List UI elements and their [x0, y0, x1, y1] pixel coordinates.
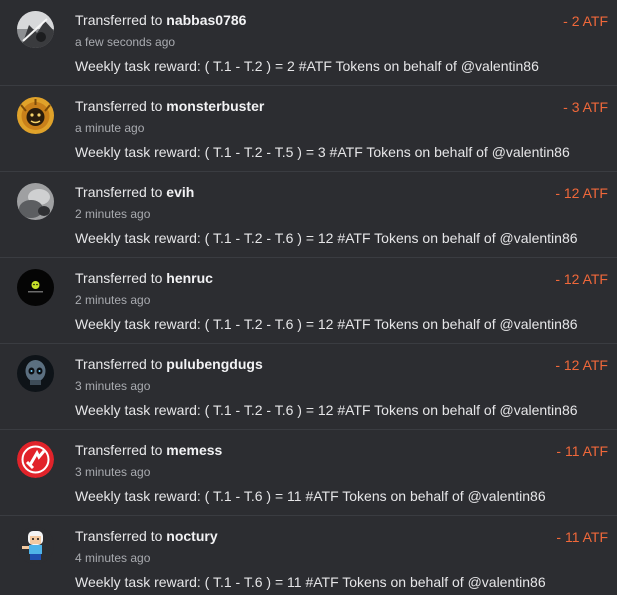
recipient-link[interactable]: monsterbuster: [166, 98, 264, 114]
grayscale-photo-avatar-icon[interactable]: [17, 11, 54, 48]
skull-avatar-icon[interactable]: [17, 355, 54, 392]
transfer-amount: - 12 ATF: [555, 185, 608, 201]
transfer-item: Transferred to memess 3 minutes ago Week…: [0, 430, 617, 516]
recipient-link[interactable]: noctury: [166, 528, 217, 544]
red-arrows-avatar-icon[interactable]: [17, 441, 54, 478]
black-logo-avatar-icon[interactable]: [17, 269, 54, 306]
transfer-prefix: Transferred to: [75, 528, 167, 544]
transfer-amount: - 11 ATF: [556, 443, 608, 459]
transfer-amount: - 12 ATF: [555, 271, 608, 287]
timestamp: a minute ago: [75, 121, 145, 135]
transfer-item: Transferred to pulubengdugs 3 minutes ag…: [0, 344, 617, 430]
transfer-title: Transferred to henruc: [75, 270, 213, 286]
transfer-memo: Weekly task reward: ( T.1 - T.6 ) = 11 #…: [75, 574, 546, 590]
transfer-memo: Weekly task reward: ( T.1 - T.2 - T.6 ) …: [75, 230, 578, 246]
transfer-amount: - 3 ATF: [563, 99, 608, 115]
transfer-prefix: Transferred to: [75, 442, 167, 458]
transfer-memo: Weekly task reward: ( T.1 - T.2 ) = 2 #A…: [75, 58, 539, 74]
transfer-item: Transferred to henruc 2 minutes ago Week…: [0, 258, 617, 344]
transfer-title: Transferred to noctury: [75, 528, 218, 544]
transfer-memo: Weekly task reward: ( T.1 - T.2 - T.6 ) …: [75, 316, 578, 332]
cartoon-character-avatar-icon[interactable]: [17, 527, 54, 564]
timestamp: 2 minutes ago: [75, 293, 151, 307]
transfer-title: Transferred to pulubengdugs: [75, 356, 263, 372]
transfer-memo: Weekly task reward: ( T.1 - T.2 - T.6 ) …: [75, 402, 578, 418]
transfer-item: Transferred to monsterbuster a minute ag…: [0, 86, 617, 172]
transfer-memo: Weekly task reward: ( T.1 - T.6 ) = 11 #…: [75, 488, 546, 504]
timestamp: 3 minutes ago: [75, 465, 151, 479]
transfer-title: Transferred to nabbas0786: [75, 12, 246, 28]
transfer-memo: Weekly task reward: ( T.1 - T.2 - T.5 ) …: [75, 144, 570, 160]
recipient-link[interactable]: memess: [166, 442, 222, 458]
transfer-title: Transferred to monsterbuster: [75, 98, 264, 114]
recipient-link[interactable]: evih: [166, 184, 194, 200]
recipient-link[interactable]: pulubengdugs: [166, 356, 262, 372]
transfer-amount: - 2 ATF: [563, 13, 608, 29]
gray-photo-avatar-icon[interactable]: [17, 183, 54, 220]
transfer-amount: - 11 ATF: [556, 529, 608, 545]
transfer-amount: - 12 ATF: [555, 357, 608, 373]
transfer-prefix: Transferred to: [75, 356, 167, 372]
timestamp: 2 minutes ago: [75, 207, 151, 221]
recipient-link[interactable]: henruc: [166, 270, 213, 286]
transfer-prefix: Transferred to: [75, 12, 167, 28]
transfer-item: Transferred to nabbas0786 a few seconds …: [0, 0, 617, 86]
timestamp: 3 minutes ago: [75, 379, 151, 393]
timestamp: 4 minutes ago: [75, 551, 151, 565]
transfer-prefix: Transferred to: [75, 270, 167, 286]
transfer-title: Transferred to memess: [75, 442, 222, 458]
transfer-item: Transferred to evih 2 minutes ago Weekly…: [0, 172, 617, 258]
transfer-prefix: Transferred to: [75, 98, 167, 114]
transfer-list: Transferred to nabbas0786 a few seconds …: [0, 0, 617, 595]
transfer-title: Transferred to evih: [75, 184, 194, 200]
transfer-item: Transferred to noctury 4 minutes ago Wee…: [0, 516, 617, 595]
transfer-prefix: Transferred to: [75, 184, 167, 200]
recipient-link[interactable]: nabbas0786: [166, 12, 246, 28]
golden-lion-avatar-icon[interactable]: [17, 97, 54, 134]
timestamp: a few seconds ago: [75, 35, 176, 49]
